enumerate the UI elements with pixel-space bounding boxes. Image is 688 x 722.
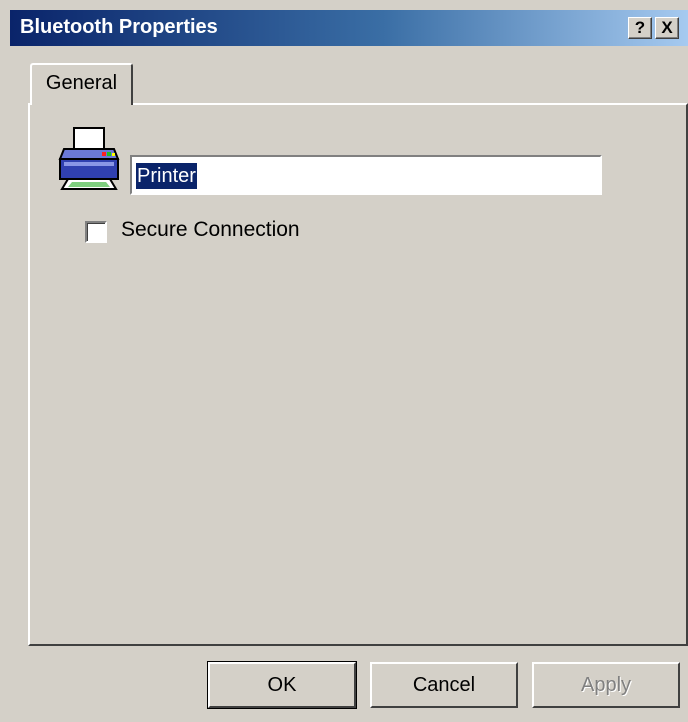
apply-button[interactable]: Apply	[532, 662, 680, 708]
ok-button[interactable]: OK	[207, 661, 357, 709]
tab-general[interactable]: General	[30, 63, 133, 105]
cancel-button[interactable]: Cancel	[370, 662, 518, 708]
title-bar[interactable]: Bluetooth Properties ? X	[10, 10, 688, 46]
close-button[interactable]: X	[655, 17, 679, 39]
window-title: Bluetooth Properties	[20, 16, 218, 38]
help-button[interactable]: ?	[628, 17, 652, 39]
tab-panel-general	[28, 103, 688, 646]
